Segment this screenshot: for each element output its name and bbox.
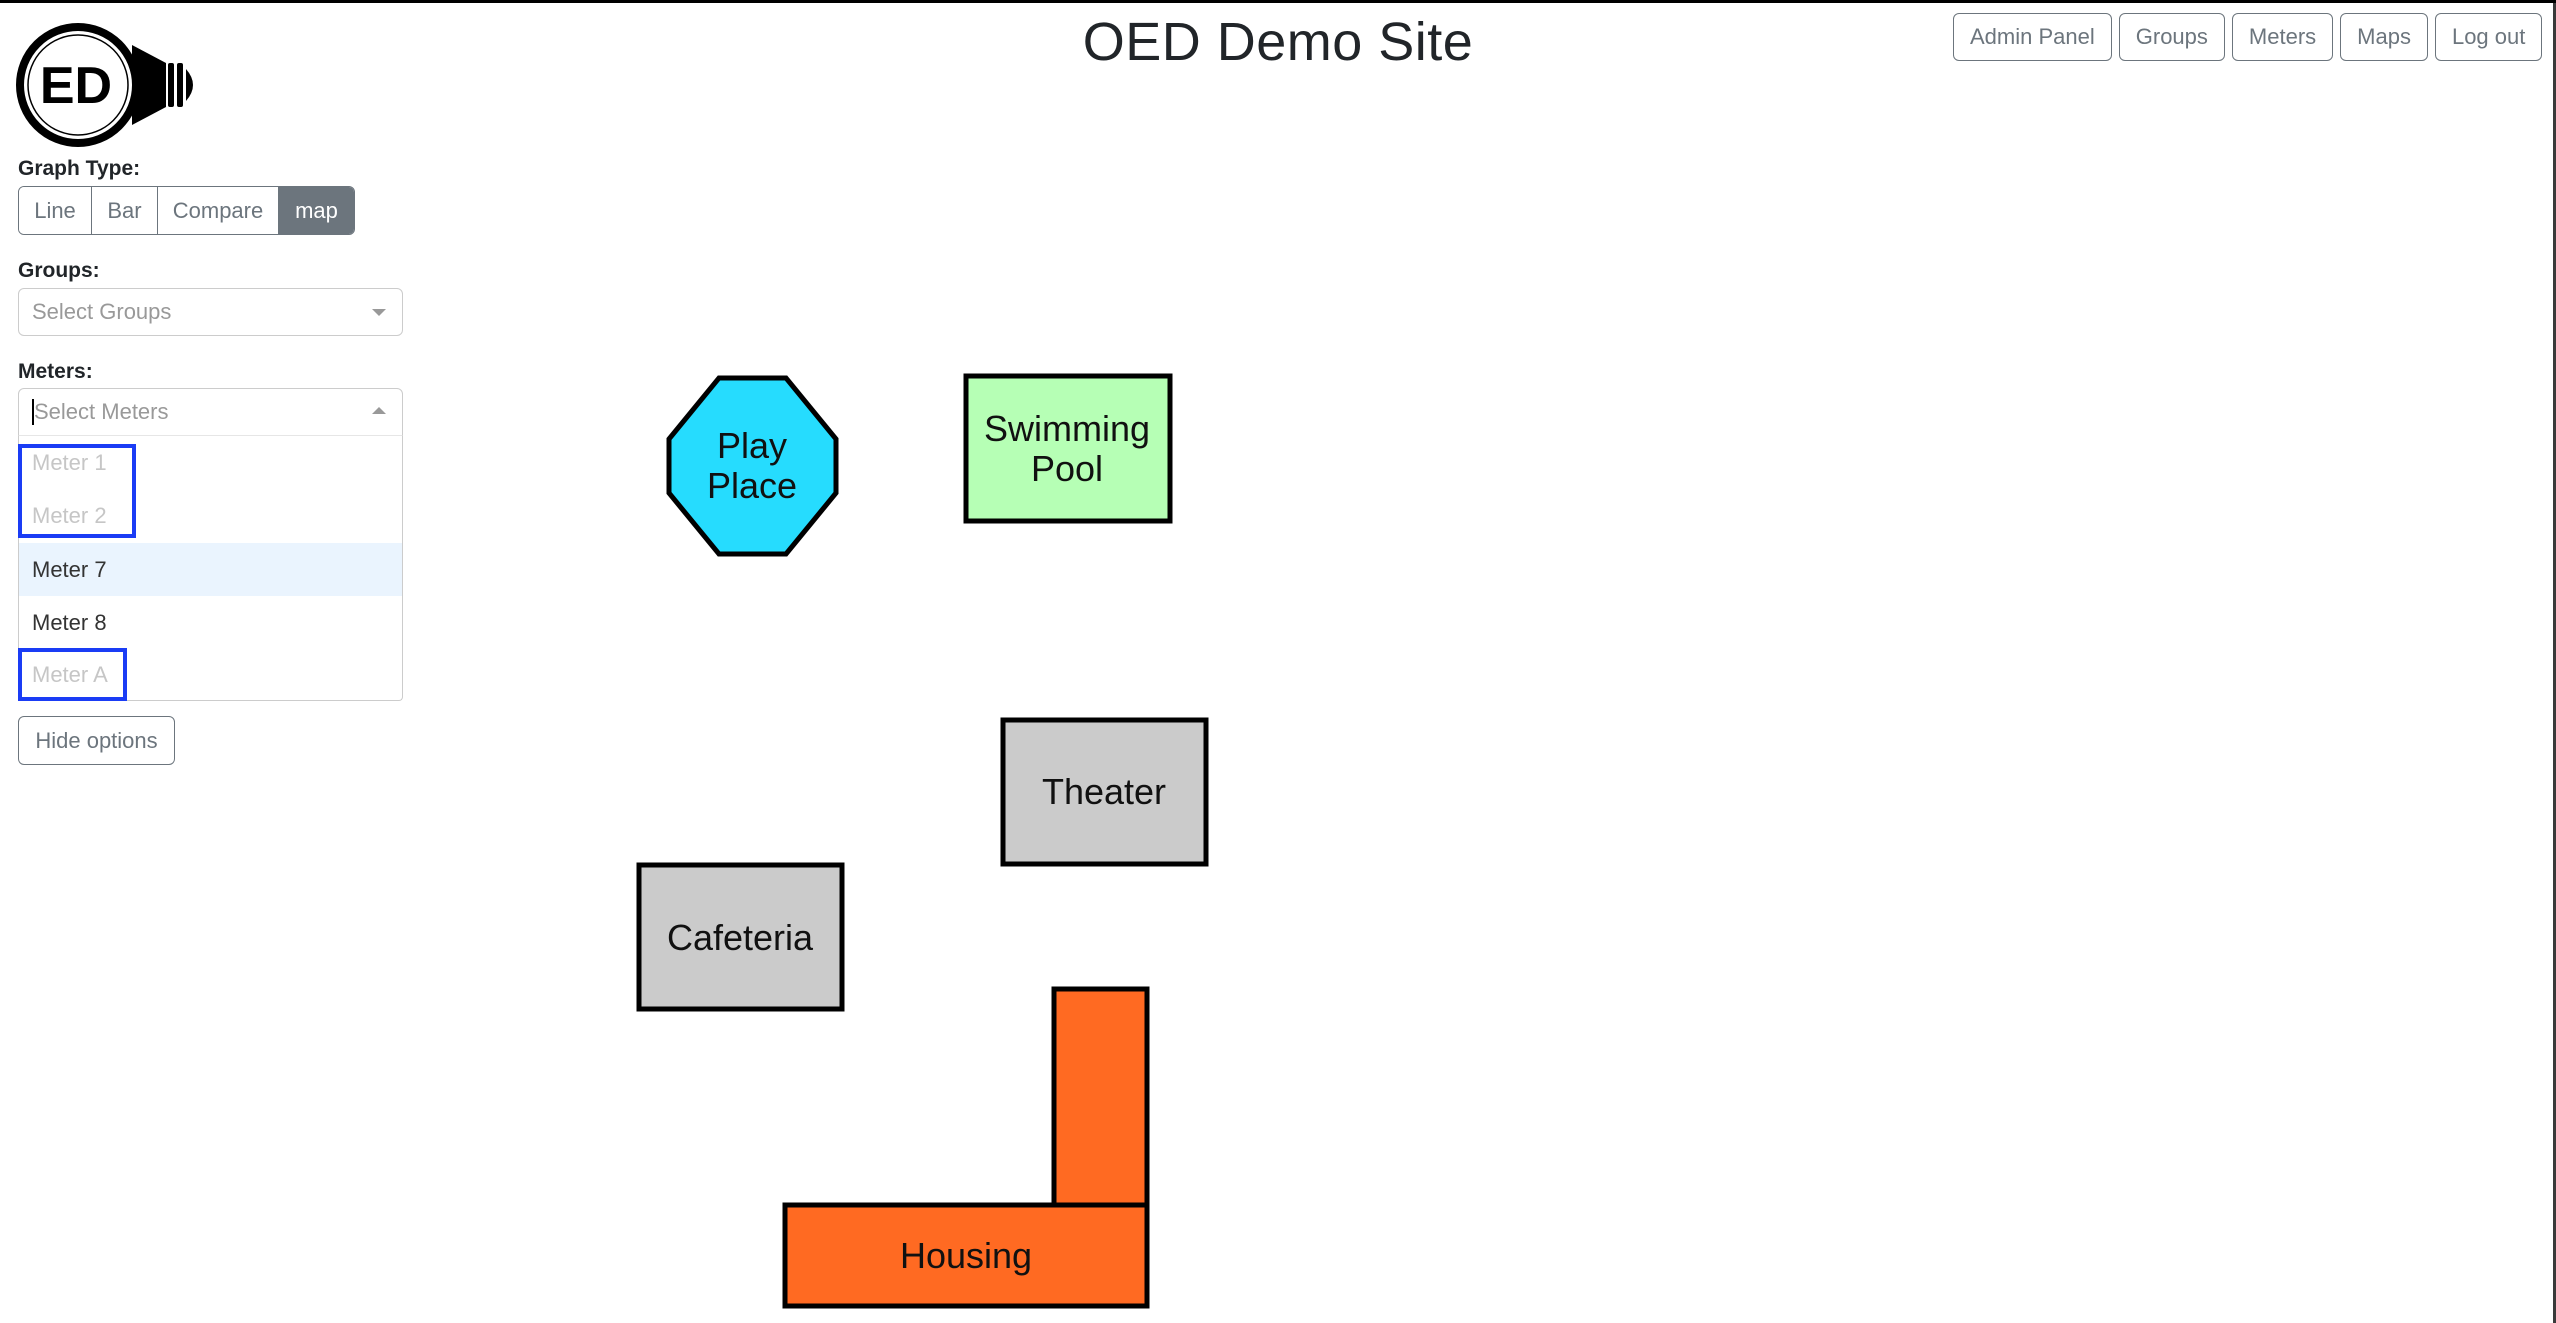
graph-type-selector: Line Bar Compare map bbox=[18, 186, 355, 235]
graph-type-label: Graph Type: bbox=[18, 157, 141, 180]
meters-select[interactable]: Select Meters bbox=[18, 388, 403, 436]
top-nav: Admin Panel Groups Meters Maps Log out bbox=[1953, 13, 2543, 61]
graph-type-map[interactable]: map bbox=[279, 187, 354, 234]
groups-select-placeholder: Select Groups bbox=[32, 299, 172, 324]
building-play-place-label-line2: Place bbox=[707, 465, 797, 506]
meter-option-2: Meter 2 bbox=[32, 502, 107, 528]
oed-logo[interactable]: ED bbox=[14, 21, 204, 149]
graph-type-line[interactable]: Line bbox=[19, 187, 92, 234]
building-swimming-pool-label-line2: Pool bbox=[1031, 448, 1103, 489]
meter-option-1: Meter 1 bbox=[32, 449, 107, 475]
groups-select[interactable]: Select Groups bbox=[18, 288, 403, 336]
svg-text:ED: ED bbox=[40, 57, 112, 115]
building-play-place-label-line1: Play bbox=[717, 425, 787, 466]
building-cafeteria-label: Cafeteria bbox=[667, 917, 814, 958]
chevron-down-icon[interactable] bbox=[372, 309, 386, 316]
meters-dropdown-menu: Meter 1 Meter 2 Meter 7 Meter 8 Meter A bbox=[18, 435, 403, 701]
building-housing-label: Housing bbox=[900, 1235, 1032, 1276]
page-title: OED Demo Site bbox=[1082, 12, 1474, 72]
admin-panel-button[interactable]: Admin Panel bbox=[1953, 13, 2112, 61]
building-cafeteria[interactable]: Cafeteria bbox=[636, 862, 845, 1012]
meters-label: Meters: bbox=[18, 360, 93, 383]
meter-option-a: Meter A bbox=[32, 661, 108, 687]
building-housing-wing[interactable] bbox=[1051, 986, 1150, 1208]
meters-select-placeholder: Select Meters bbox=[34, 399, 169, 424]
building-play-place[interactable]: Play Place bbox=[666, 375, 839, 557]
groups-label: Groups: bbox=[18, 259, 100, 282]
groups-button[interactable]: Groups bbox=[2118, 13, 2225, 61]
meter-option-7[interactable]: Meter 7 bbox=[19, 543, 402, 596]
building-swimming-pool-label-line1: Swimming bbox=[984, 408, 1150, 449]
building-swimming-pool[interactable]: Swimming Pool bbox=[963, 373, 1173, 524]
meter-option-8[interactable]: Meter 8 bbox=[19, 596, 402, 649]
building-theater[interactable]: Theater bbox=[1000, 717, 1209, 867]
maps-button[interactable]: Maps bbox=[2340, 13, 2428, 61]
graph-type-bar[interactable]: Bar bbox=[92, 187, 158, 234]
chevron-up-icon[interactable] bbox=[372, 407, 386, 414]
building-housing[interactable]: Housing bbox=[782, 986, 1150, 1309]
building-theater-label: Theater bbox=[1042, 771, 1166, 812]
meters-button[interactable]: Meters bbox=[2231, 13, 2334, 61]
logout-button[interactable]: Log out bbox=[2434, 13, 2543, 61]
hide-options-button[interactable]: Hide options bbox=[18, 716, 175, 765]
lightbulb-icon: ED bbox=[16, 23, 193, 147]
graph-type-compare[interactable]: Compare bbox=[158, 187, 279, 234]
